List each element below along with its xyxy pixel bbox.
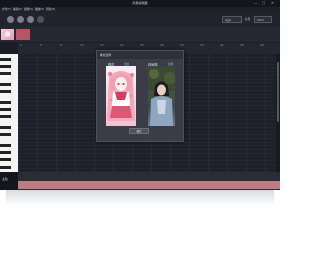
ruler-number: 17	[100, 43, 104, 47]
anime-character-image[interactable]	[106, 66, 136, 126]
ruler-number: 33	[180, 43, 184, 47]
close-window-button[interactable]: ✕	[271, 1, 274, 6]
black-key[interactable]	[0, 151, 11, 154]
black-key[interactable]	[0, 158, 11, 161]
ruler-number: 49	[260, 43, 264, 47]
black-key[interactable]	[0, 83, 11, 86]
loop-icon[interactable]	[37, 16, 44, 23]
ruler-number: 13	[80, 43, 84, 47]
maximize-button[interactable]: □	[262, 1, 265, 6]
ruler-number: 37	[200, 43, 204, 47]
photo-character-image[interactable]	[148, 66, 175, 126]
play-icon[interactable]	[17, 16, 24, 23]
track-thumbnail-sakura[interactable]	[1, 29, 14, 40]
thumbnail-face	[5, 31, 10, 37]
ruler-number: 21	[120, 43, 124, 47]
track-thumbnail-red[interactable]	[16, 29, 30, 40]
confirm-button[interactable]: 确定	[129, 128, 149, 134]
title-bar: 简易编辑器 — □ ✕	[0, 0, 280, 7]
black-key[interactable]	[0, 90, 11, 93]
zoom-select[interactable]: 100%	[254, 16, 272, 23]
black-key[interactable]	[0, 115, 11, 118]
stop-icon[interactable]	[27, 16, 34, 23]
black-key[interactable]	[0, 65, 11, 68]
ruler-number: 1	[20, 43, 22, 47]
score-select[interactable]: 乐谱1	[222, 16, 242, 23]
piano-keyboard[interactable]	[0, 54, 18, 172]
dialog-title-bar: 角色选择 ✕	[97, 51, 183, 59]
close-icon[interactable]: ✕	[100, 51, 180, 59]
window-shadow	[6, 190, 274, 206]
black-key[interactable]	[0, 144, 11, 147]
ruler-number: 29	[160, 43, 164, 47]
minimize-button[interactable]: —	[254, 1, 258, 6]
ruler-number: 25	[140, 43, 144, 47]
black-key[interactable]	[0, 166, 11, 169]
person-photo	[148, 66, 175, 126]
anime-girl-illustration	[107, 71, 135, 121]
record-icon[interactable]	[7, 16, 14, 23]
toolbar-label: 标签	[245, 18, 251, 21]
black-key[interactable]	[0, 133, 11, 136]
track-thumbnails	[0, 27, 280, 42]
ruler-number: 9	[60, 43, 62, 47]
toolbar: 乐谱1 标签 100%	[0, 12, 280, 27]
ruler-number: 41	[220, 43, 224, 47]
black-key[interactable]	[0, 72, 11, 75]
track-label: 主轨	[2, 177, 9, 181]
ruler-number: 5	[40, 43, 42, 47]
ruler-number: 45	[240, 43, 244, 47]
black-key[interactable]	[0, 108, 11, 111]
scrollbar-thumb[interactable]	[277, 62, 279, 122]
black-key[interactable]	[0, 101, 11, 104]
black-key[interactable]	[0, 126, 11, 129]
black-key[interactable]	[0, 58, 11, 61]
window-title: 简易编辑器	[132, 1, 148, 5]
track-region-bar[interactable]	[18, 181, 280, 189]
track-header: 主轨	[0, 172, 18, 190]
